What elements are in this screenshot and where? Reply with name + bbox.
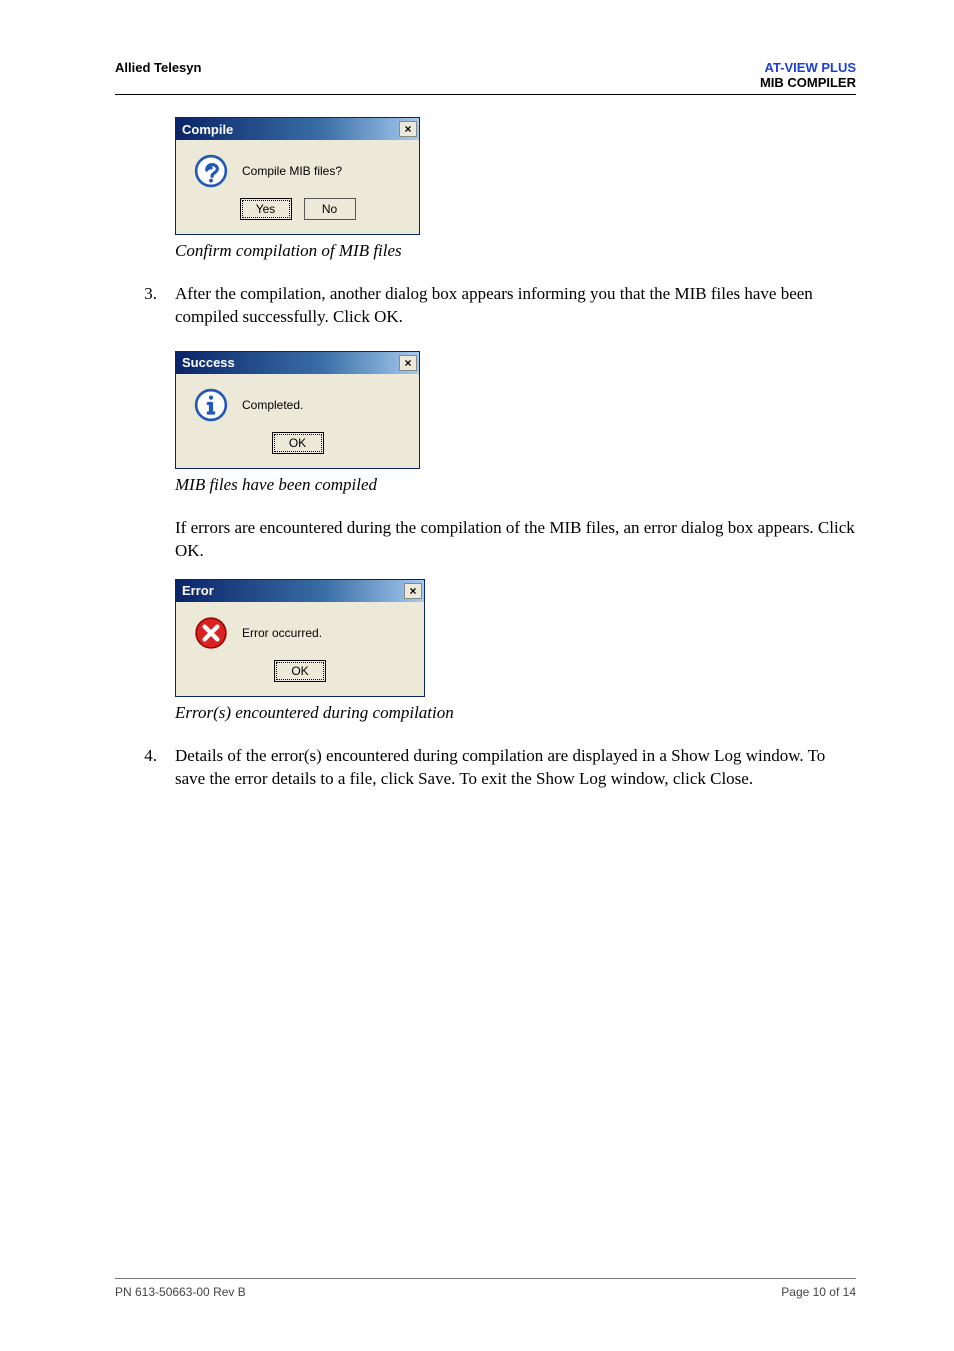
header-module: MIB COMPILER bbox=[760, 75, 856, 90]
success-buttons: OK bbox=[176, 432, 419, 468]
success-titlebar: Success × bbox=[176, 352, 419, 374]
page-header: Allied Telesyn AT-VIEW PLUS MIB COMPILER bbox=[115, 60, 856, 90]
error-caption: Error(s) encountered during compilation bbox=[175, 703, 856, 723]
ok-button[interactable]: OK bbox=[274, 660, 326, 682]
close-icon[interactable]: × bbox=[399, 355, 417, 371]
compile-caption: Confirm compilation of MIB files bbox=[175, 241, 856, 261]
error-message: Error occurred. bbox=[242, 626, 322, 640]
compile-buttons: Yes No bbox=[176, 198, 419, 234]
compile-dialog: Compile × Compile MIB files? Yes No bbox=[175, 117, 420, 235]
error-paragraph: If errors are encountered during the com… bbox=[175, 517, 856, 563]
error-buttons: OK bbox=[176, 660, 424, 696]
ok-button[interactable]: OK bbox=[272, 432, 324, 454]
footer-left: PN 613-50663-00 Rev B bbox=[115, 1285, 246, 1299]
close-icon[interactable]: × bbox=[399, 121, 417, 137]
compile-title: Compile bbox=[182, 122, 233, 137]
success-body: Completed. bbox=[176, 374, 419, 432]
error-dialog-screenshot: Error × Error occurred. OK bbox=[175, 579, 425, 697]
error-body: Error occurred. bbox=[176, 602, 424, 660]
step-3-number: 3. bbox=[125, 283, 157, 329]
success-message: Completed. bbox=[242, 398, 303, 412]
no-button[interactable]: No bbox=[304, 198, 356, 220]
success-caption: MIB files have been compiled bbox=[175, 475, 856, 495]
success-dialog: Success × Completed. OK bbox=[175, 351, 420, 469]
header-rule bbox=[115, 94, 856, 95]
error-icon bbox=[194, 616, 228, 650]
compile-titlebar: Compile × bbox=[176, 118, 419, 140]
footer-rule bbox=[115, 1278, 856, 1279]
step-4-number: 4. bbox=[125, 745, 157, 791]
error-dialog: Error × Error occurred. OK bbox=[175, 579, 425, 697]
compile-message: Compile MIB files? bbox=[242, 164, 342, 178]
header-left: Allied Telesyn bbox=[115, 60, 201, 90]
info-icon bbox=[194, 388, 228, 422]
step-4: 4. Details of the error(s) encountered d… bbox=[115, 745, 856, 791]
step-4-text: Details of the error(s) encountered duri… bbox=[175, 745, 856, 791]
compile-body: Compile MIB files? bbox=[176, 140, 419, 198]
header-right: AT-VIEW PLUS MIB COMPILER bbox=[760, 60, 856, 90]
step-3: 3. After the compilation, another dialog… bbox=[115, 283, 856, 329]
close-icon[interactable]: × bbox=[404, 583, 422, 599]
header-product: AT-VIEW PLUS bbox=[765, 60, 856, 75]
success-title: Success bbox=[182, 355, 235, 370]
question-icon bbox=[194, 154, 228, 188]
page-footer: PN 613-50663-00 Rev B Page 10 of 14 bbox=[115, 1278, 856, 1299]
error-titlebar: Error × bbox=[176, 580, 424, 602]
yes-button[interactable]: Yes bbox=[240, 198, 292, 220]
error-title: Error bbox=[182, 583, 214, 598]
success-dialog-screenshot: Success × Completed. OK bbox=[175, 351, 420, 469]
footer-right: Page 10 of 14 bbox=[781, 1285, 856, 1299]
step-3-text: After the compilation, another dialog bo… bbox=[175, 283, 856, 329]
compile-dialog-screenshot: Compile × Compile MIB files? Yes No bbox=[175, 117, 420, 235]
